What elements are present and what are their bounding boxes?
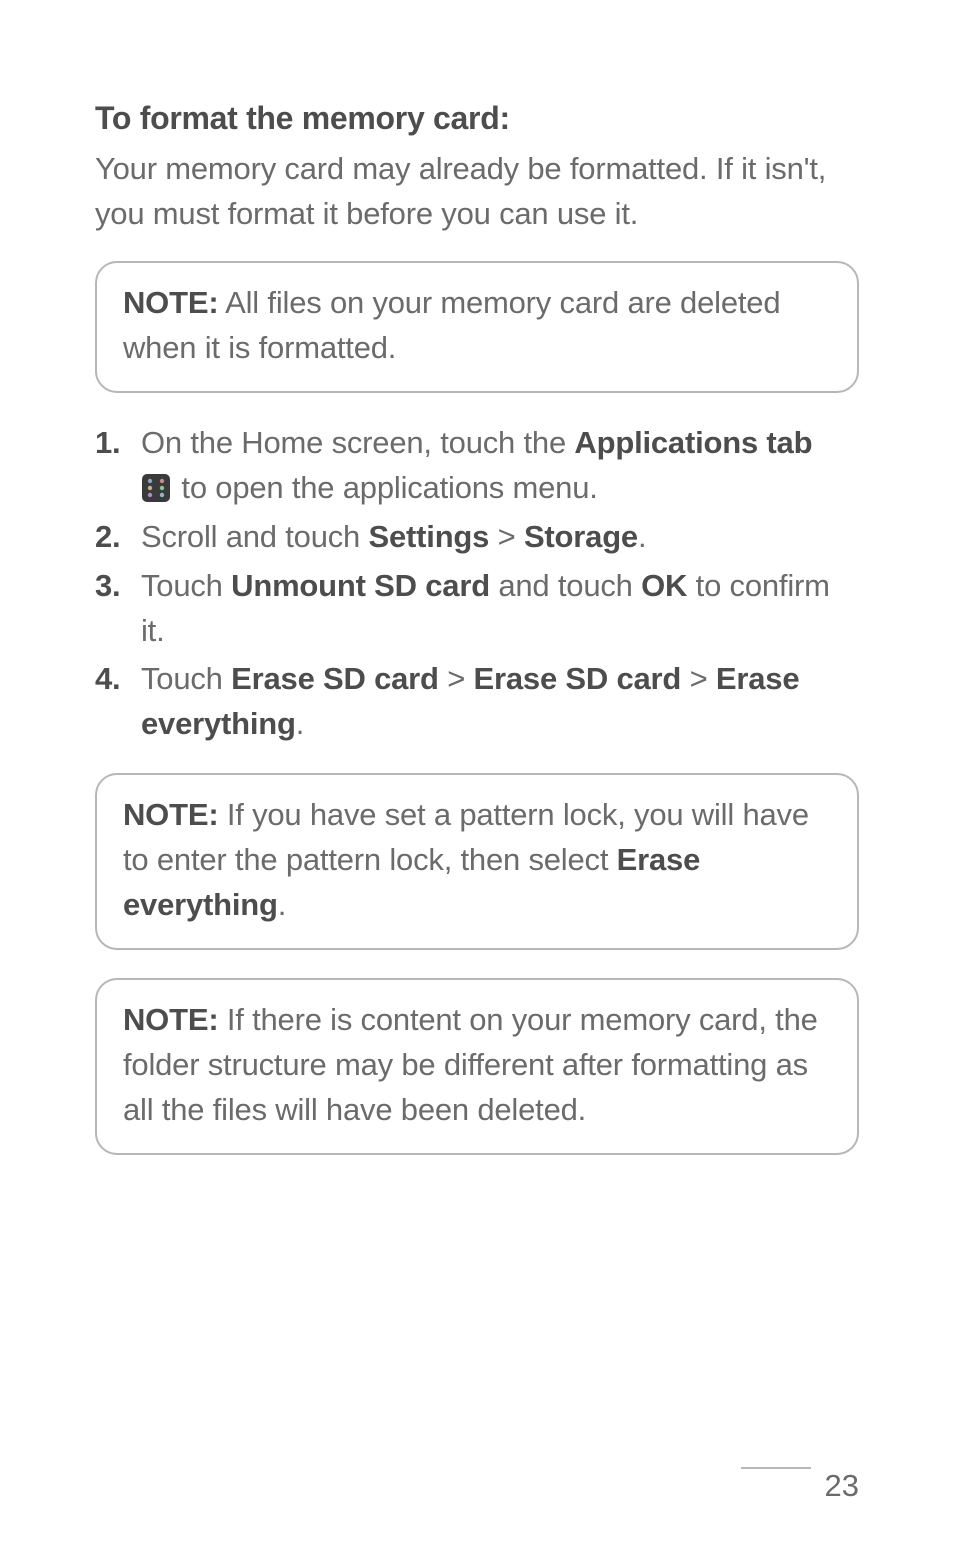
steps-list: On the Home screen, touch the Applicatio… xyxy=(95,421,859,748)
gt-separator: > xyxy=(681,661,716,696)
gt-separator: > xyxy=(489,519,524,554)
page-footer: 23 xyxy=(741,1467,859,1505)
intro-paragraph: Your memory card may already be formatte… xyxy=(95,147,859,237)
gt-separator: > xyxy=(439,661,474,696)
step-text: . xyxy=(638,519,646,554)
applications-grid-icon xyxy=(142,474,170,502)
note-label: NOTE: xyxy=(123,1002,218,1037)
step-1: On the Home screen, touch the Applicatio… xyxy=(95,421,859,511)
step-text: Scroll and touch xyxy=(141,519,369,554)
section-heading: To format the memory card: xyxy=(95,100,859,137)
manual-page: To format the memory card: Your memory c… xyxy=(0,0,954,1557)
step-text: . xyxy=(296,706,304,741)
unmount-sd-label: Unmount SD card xyxy=(231,568,490,603)
note-box-2: NOTE: If you have set a pattern lock, yo… xyxy=(95,773,859,950)
storage-label: Storage xyxy=(524,519,638,554)
step-3: Touch Unmount SD card and touch OK to co… xyxy=(95,564,859,654)
note-text: If you have set a pattern lock, you will… xyxy=(123,797,809,877)
step-text: Touch xyxy=(141,661,231,696)
page-number: 23 xyxy=(825,1468,859,1504)
note-text: . xyxy=(278,887,286,922)
applications-tab-label: Applications tab xyxy=(574,425,812,460)
step-4: Touch Erase SD card > Erase SD card > Er… xyxy=(95,657,859,747)
note-text: If there is content on your memory card,… xyxy=(123,1002,818,1127)
step-text: Touch xyxy=(141,568,231,603)
note-label: NOTE: xyxy=(123,285,218,320)
erase-sd-label: Erase SD card xyxy=(231,661,439,696)
step-text: On the Home screen, touch the xyxy=(141,425,574,460)
erase-sd-label-2: Erase SD card xyxy=(474,661,682,696)
step-text: to open the applications menu. xyxy=(173,470,598,505)
ok-label: OK xyxy=(641,568,687,603)
note-box-3: NOTE: If there is content on your memory… xyxy=(95,978,859,1155)
note-text: All files on your memory card are delete… xyxy=(123,285,780,365)
step-2: Scroll and touch Settings > Storage. xyxy=(95,515,859,560)
settings-label: Settings xyxy=(369,519,490,554)
footer-rule xyxy=(741,1467,811,1469)
note-label: NOTE: xyxy=(123,797,218,832)
step-text: and touch xyxy=(490,568,641,603)
note-box-1: NOTE: All files on your memory card are … xyxy=(95,261,859,393)
